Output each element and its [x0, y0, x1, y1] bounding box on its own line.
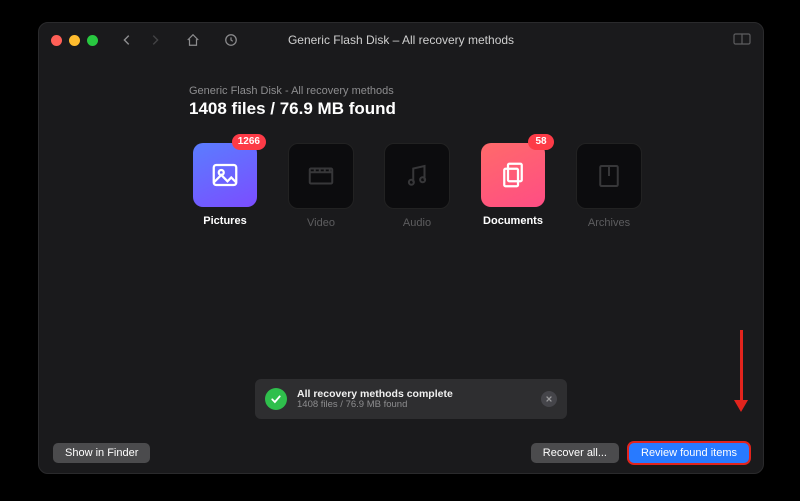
show-in-finder-button[interactable]: Show in Finder — [53, 443, 150, 463]
category-archives[interactable]: Archives — [573, 143, 645, 229]
home-button[interactable] — [186, 33, 200, 47]
app-window: Generic Flash Disk – All recovery method… — [38, 22, 764, 474]
history-button[interactable] — [224, 33, 238, 47]
category-documents[interactable]: 58 Documents — [477, 143, 549, 229]
documents-tile: 58 — [481, 143, 545, 207]
documents-icon — [498, 160, 528, 190]
audio-tile — [384, 143, 450, 209]
pictures-tile: 1266 — [193, 143, 257, 207]
video-label: Video — [307, 217, 335, 229]
documents-badge: 58 — [528, 134, 554, 150]
content-area: Generic Flash Disk - All recovery method… — [39, 57, 763, 229]
category-video[interactable]: Video — [285, 143, 357, 229]
toast-close-button[interactable] — [541, 391, 557, 407]
layout-toggle-icon[interactable] — [733, 34, 751, 48]
pictures-icon — [210, 160, 240, 190]
fullscreen-window-button[interactable] — [87, 35, 98, 46]
toolbar-nav — [120, 33, 238, 47]
documents-label: Documents — [483, 215, 543, 227]
forward-button[interactable] — [148, 33, 162, 47]
pictures-badge: 1266 — [232, 134, 266, 150]
close-window-button[interactable] — [51, 35, 62, 46]
minimize-window-button[interactable] — [69, 35, 80, 46]
toast-title: All recovery methods complete — [297, 388, 453, 400]
pictures-label: Pictures — [203, 215, 246, 227]
footer-bar: Show in Finder Recover all... Review fou… — [39, 433, 763, 473]
archives-icon — [594, 161, 624, 191]
toast-subtitle: 1408 files / 76.9 MB found — [297, 400, 453, 411]
scan-source-subtitle: Generic Flash Disk - All recovery method… — [189, 85, 763, 97]
video-tile — [288, 143, 354, 209]
category-audio[interactable]: Audio — [381, 143, 453, 229]
scan-summary-headline: 1408 files / 76.9 MB found — [189, 99, 763, 119]
category-pictures[interactable]: 1266 Pictures — [189, 143, 261, 229]
review-found-items-button[interactable]: Review found items — [629, 443, 749, 463]
traffic-lights — [51, 35, 98, 46]
archives-tile — [576, 143, 642, 209]
recover-all-button[interactable]: Recover all... — [531, 443, 619, 463]
back-button[interactable] — [120, 33, 134, 47]
success-check-icon — [265, 388, 287, 410]
video-icon — [306, 161, 336, 191]
audio-icon — [402, 161, 432, 191]
title-bar: Generic Flash Disk – All recovery method… — [39, 23, 763, 57]
category-cards: 1266 Pictures Video Audio 58 — [189, 143, 763, 229]
audio-label: Audio — [403, 217, 431, 229]
scan-complete-toast: All recovery methods complete 1408 files… — [255, 379, 567, 419]
archives-label: Archives — [588, 217, 630, 229]
